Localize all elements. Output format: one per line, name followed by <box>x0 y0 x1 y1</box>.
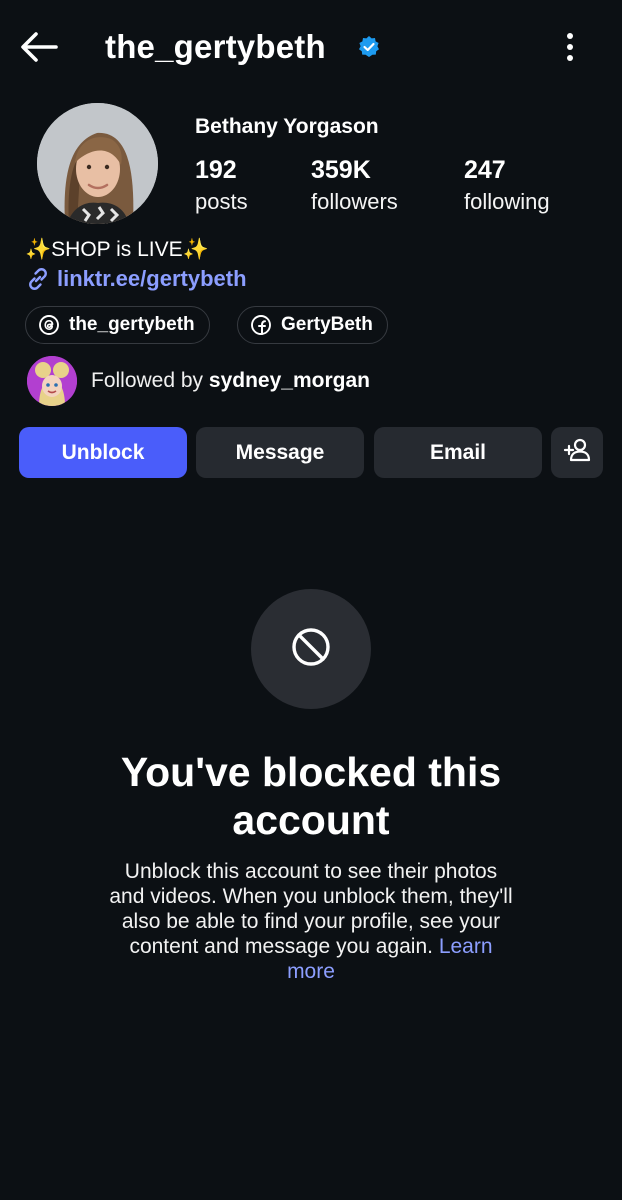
stat-posts[interactable]: 192 posts <box>195 155 248 217</box>
stat-followers-count: 359K <box>311 156 371 184</box>
blocked-title: You've blocked this account <box>0 748 622 844</box>
blocked-icon-circle <box>251 589 371 709</box>
bio-text-main: SHOP is LIVE <box>51 238 183 261</box>
profile-username-title: the_gertybeth <box>105 28 326 65</box>
suggest-people-button[interactable] <box>551 427 603 478</box>
stat-followers-label: followers <box>311 189 398 214</box>
bio-link[interactable]: linktr.ee/gertybeth <box>25 264 247 294</box>
verified-badge-icon <box>357 35 381 59</box>
sparkle-emoji: ✨ <box>182 238 209 261</box>
block-icon <box>289 625 333 674</box>
add-person-icon <box>562 435 592 471</box>
stat-posts-label: posts <box>195 189 248 214</box>
link-icon <box>25 266 51 292</box>
message-button[interactable]: Message <box>196 427 364 478</box>
followed-by-text: Followed by sydney_morgan <box>91 369 370 393</box>
profile-avatar[interactable] <box>37 103 158 224</box>
blocked-title-line2: account <box>232 797 390 843</box>
follower-avatar <box>27 356 77 406</box>
profile-page: the_gertybeth Bethany Yorgason 192 posts… <box>0 0 622 1200</box>
arrow-left-icon[interactable] <box>18 26 60 68</box>
stat-posts-count: 192 <box>195 156 237 184</box>
display-name: Bethany Yorgason <box>195 115 379 138</box>
unblock-button[interactable]: Unblock <box>19 427 187 478</box>
stat-following[interactable]: 247 following <box>464 155 550 217</box>
sparkle-emoji: ✨ <box>25 238 52 261</box>
top-bar: the_gertybeth <box>0 0 622 94</box>
followed-by-prefix: Followed by <box>91 369 209 392</box>
followed-by-username[interactable]: sydney_morgan <box>209 369 370 392</box>
threads-chip-label: the_gertybeth <box>69 314 195 335</box>
stat-following-count: 247 <box>464 156 506 184</box>
facebook-chip-label: GertyBeth <box>281 314 373 335</box>
blocked-title-line1: You've blocked this <box>120 749 502 795</box>
bio-text: ✨SHOP is LIVE✨ <box>25 236 209 264</box>
email-button[interactable]: Email <box>374 427 542 478</box>
facebook-chip[interactable]: GertyBeth <box>237 306 388 344</box>
blocked-description: Unblock this account to see their photos… <box>105 859 517 984</box>
stat-following-label: following <box>464 189 550 214</box>
followed-by-row[interactable]: Followed by sydney_morgan <box>27 356 370 406</box>
bio-link-text[interactable]: linktr.ee/gertybeth <box>57 266 247 292</box>
threads-icon <box>38 314 60 336</box>
facebook-icon <box>250 314 272 336</box>
threads-chip[interactable]: the_gertybeth <box>25 306 210 344</box>
stat-followers[interactable]: 359K followers <box>311 155 398 217</box>
more-vertical-icon[interactable] <box>555 28 585 66</box>
